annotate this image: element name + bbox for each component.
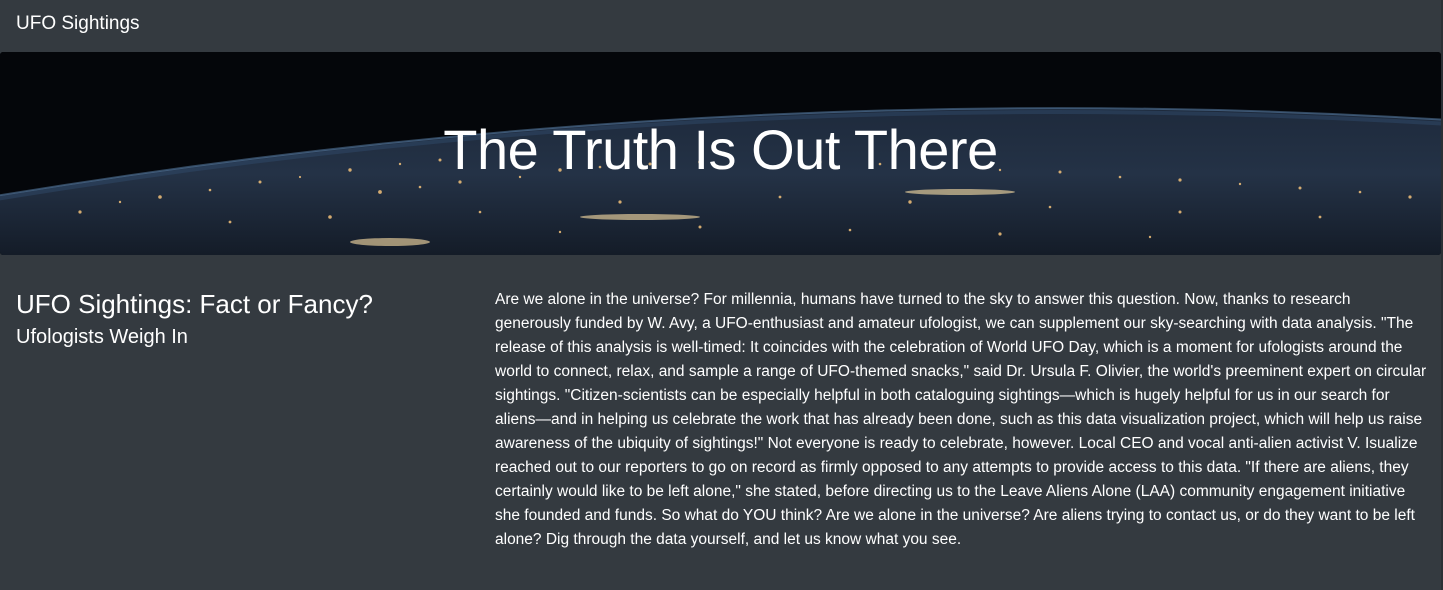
navbar-brand-link[interactable]: UFO Sightings [16,12,140,36]
article-subheading: Ufologists Weigh In [16,326,188,348]
navbar: UFO Sightings [0,0,1443,52]
hero-banner: The Truth Is Out There [0,52,1441,255]
article-heading: UFO Sightings: Fact or Fancy? [16,289,373,319]
article-body: Are we alone in the universe? For millen… [495,291,1427,548]
hero-title: The Truth Is Out There [443,118,998,181]
article-header: UFO Sightings: Fact or Fancy? Ufologists… [16,288,456,350]
